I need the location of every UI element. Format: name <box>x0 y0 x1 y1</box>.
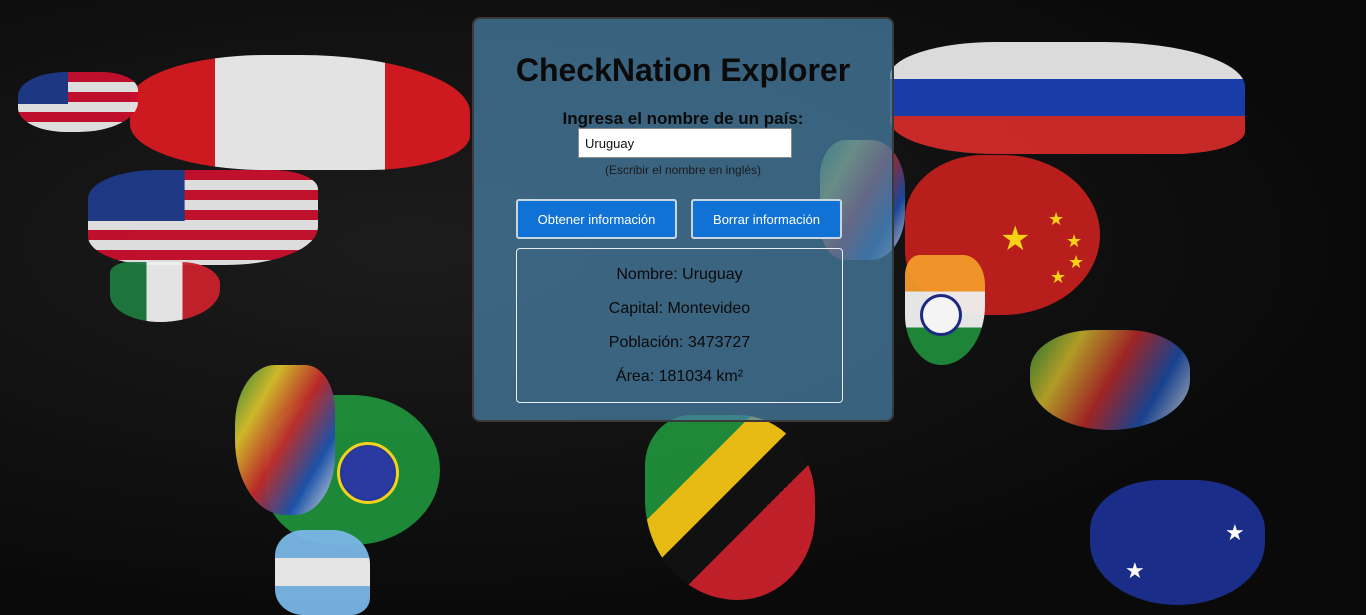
country-name-input[interactable] <box>578 128 792 158</box>
china-small-star-icon: ★ <box>1050 267 1067 287</box>
country-population-text: Población: 3473727 <box>608 334 751 351</box>
country-capital-text: Capital: Montevideo <box>608 300 751 317</box>
china-small-star-icon: ★ <box>1048 209 1065 229</box>
country-name-text: Nombre: Uruguay <box>616 266 743 283</box>
usa-flag-shape <box>88 170 318 265</box>
page-title: CheckNation Explorer <box>515 52 851 88</box>
mexico-flag-shape <box>110 262 220 322</box>
country-search-panel: CheckNation Explorer Ingresa el nombre d… <box>472 17 894 422</box>
china-big-star-icon: ★ <box>1000 220 1031 258</box>
china-small-star-icon: ★ <box>1066 231 1083 251</box>
alaska-flag-shape <box>18 72 138 132</box>
southeast-asia-flags-shape <box>1030 330 1190 430</box>
south-america-flags-shape <box>235 365 335 515</box>
russia-flag-shape <box>890 42 1245 154</box>
brazil-globe-shape <box>337 442 399 504</box>
india-chakra-shape <box>920 294 962 336</box>
china-small-star-icon: ★ <box>1068 252 1085 272</box>
country-input-label: Ingresa el nombre de un país: <box>562 109 804 128</box>
input-hint-text: (Escribir el nombre en inglés) <box>604 163 762 177</box>
argentina-flag-shape <box>275 530 370 615</box>
country-area-text: Área: 181034 km² <box>615 368 744 385</box>
africa-flags-shape <box>645 415 815 600</box>
get-info-button[interactable]: Obtener información <box>516 199 677 239</box>
canada-flag-shape <box>130 55 470 170</box>
australia-star-icon: ★ <box>1225 520 1245 545</box>
country-info-box: Nombre: Uruguay Capital: Montevideo Pobl… <box>516 248 843 403</box>
australia-star-icon: ★ <box>1125 558 1145 583</box>
clear-info-button[interactable]: Borrar información <box>691 199 842 239</box>
